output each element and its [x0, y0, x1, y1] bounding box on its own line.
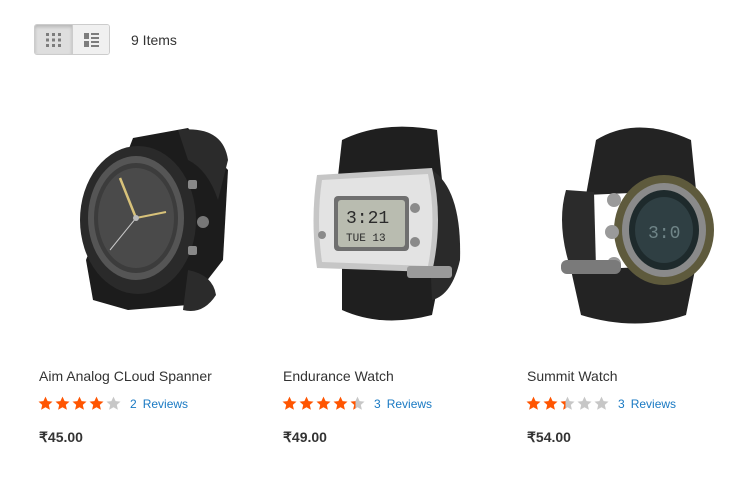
reviews-link[interactable]: 2 Reviews: [130, 397, 188, 411]
star-icon: [560, 396, 575, 410]
star-icon: [526, 396, 541, 410]
star-icon: [577, 396, 592, 410]
product-card: Aim Analog CLoud Spanner 2 Reviews ₹45.0…: [38, 100, 282, 445]
view-mode-switch: [34, 24, 110, 55]
list-view-icon: [83, 32, 99, 47]
reviews-label: Reviews: [630, 396, 677, 411]
product-grid: Aim Analog CLoud Spanner 2 Reviews ₹45.0…: [38, 100, 742, 445]
star-icon: [55, 396, 70, 410]
rating-stars: [526, 396, 611, 411]
review-count: 2: [130, 396, 137, 411]
product-card: 3:21 TUE 13 Endurance Watch 3 Reviews ₹4…: [282, 100, 526, 445]
product-card: 3:0 Summit Watch 3 Reviews ₹54.00: [526, 100, 742, 445]
product-rating: 2 Reviews: [38, 396, 188, 411]
star-icon: [72, 396, 87, 410]
reviews-link[interactable]: 3 Reviews: [618, 397, 676, 411]
product-price: ₹49.00: [283, 429, 327, 445]
product-name-link[interactable]: Endurance Watch: [283, 368, 394, 384]
item-count: 9 Items: [131, 31, 177, 48]
product-rating: 3 Reviews: [282, 396, 432, 411]
product-image-link[interactable]: [38, 100, 248, 343]
product-price: ₹54.00: [527, 429, 571, 445]
product-rating: 3 Reviews: [526, 396, 676, 411]
grid-view-button[interactable]: [35, 25, 72, 54]
star-icon: [299, 396, 314, 410]
star-icon: [106, 396, 121, 410]
product-image-link[interactable]: 3:21 TUE 13: [282, 100, 492, 343]
star-icon: [282, 396, 297, 410]
digital-watch-image: 3:21 TUE 13: [313, 126, 461, 321]
star-icon: [316, 396, 331, 410]
toolbar: 9 Items: [34, 24, 177, 55]
rating-stars: [282, 396, 367, 411]
star-icon: [89, 396, 104, 410]
product-price: ₹45.00: [39, 429, 83, 445]
star-icon: [350, 396, 365, 410]
product-name-link[interactable]: Aim Analog CLoud Spanner: [39, 368, 212, 384]
review-count: 3: [618, 396, 625, 411]
review-count: 3: [374, 396, 381, 411]
star-icon: [333, 396, 348, 410]
star-icon: [38, 396, 53, 410]
svg-text:3:0: 3:0: [648, 224, 680, 244]
grid-view-icon: [46, 32, 61, 47]
star-icon: [543, 396, 558, 410]
reviews-label: Reviews: [142, 396, 189, 411]
svg-text:TUE 13: TUE 13: [346, 233, 386, 245]
analog-watch-image: [80, 128, 228, 311]
rating-stars: [38, 396, 123, 411]
svg-text:3:21: 3:21: [346, 209, 389, 229]
outdoor-watch-image: 3:0: [561, 127, 714, 324]
star-icon: [594, 396, 609, 410]
list-view-button[interactable]: [72, 25, 109, 54]
product-name-link[interactable]: Summit Watch: [527, 368, 618, 384]
reviews-label: Reviews: [386, 396, 433, 411]
product-image-link[interactable]: 3:0: [526, 100, 736, 343]
reviews-link[interactable]: 3 Reviews: [374, 397, 432, 411]
